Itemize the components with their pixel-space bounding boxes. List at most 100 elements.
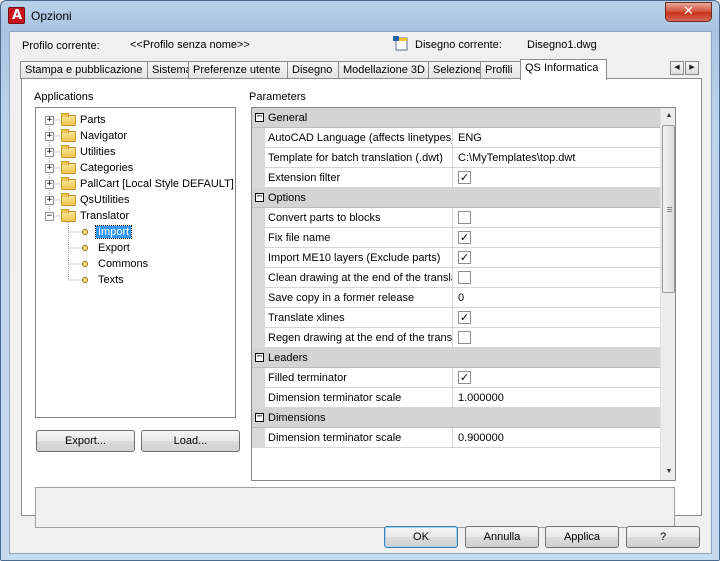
- tree-leaf-icon: [82, 245, 88, 251]
- title-bar[interactable]: Opzioni ✕: [1, 1, 719, 31]
- property-name: Translate xlines: [268, 308, 453, 328]
- cancel-button[interactable]: Annulla: [465, 526, 539, 548]
- property-row[interactable]: Save copy in a former release 0: [252, 288, 660, 308]
- folder-icon: [61, 129, 76, 142]
- tab-profili[interactable]: Profili: [480, 61, 521, 79]
- applications-label: Applications: [34, 91, 94, 103]
- apply-button[interactable]: Applica: [545, 526, 619, 548]
- expand-icon[interactable]: +: [45, 132, 54, 141]
- tree-item-export[interactable]: Export: [98, 240, 130, 256]
- drawing-label: Disegno corrente:: [415, 39, 502, 51]
- expand-icon[interactable]: +: [45, 116, 54, 125]
- property-value[interactable]: C:\MyTemplates\top.dwt: [458, 148, 575, 168]
- category-dimensions[interactable]: − Dimensions: [252, 408, 660, 428]
- tab-sistema[interactable]: Sistema: [147, 61, 192, 79]
- tab-disegno[interactable]: Disegno: [287, 61, 339, 79]
- expand-icon[interactable]: +: [45, 180, 54, 189]
- ok-button[interactable]: OK: [384, 526, 458, 548]
- tab-stampa-e-pubblicazione[interactable]: Stampa e pubblicazione: [20, 61, 148, 79]
- tab-selezione[interactable]: Selezione: [428, 61, 481, 79]
- property-row[interactable]: Regen drawing at the end of the translat…: [252, 328, 660, 348]
- tab-scroll-right-icon[interactable]: ▶: [685, 61, 699, 75]
- close-button[interactable]: ✕: [665, 2, 712, 22]
- tab-qs-informatica[interactable]: QS Informatica: [520, 59, 607, 80]
- property-checkbox[interactable]: ✓: [458, 231, 471, 244]
- category-leaders[interactable]: − Leaders: [252, 348, 660, 368]
- help-button[interactable]: ?: [626, 526, 700, 548]
- property-row[interactable]: Template for batch translation (.dwt) C:\…: [252, 148, 660, 168]
- property-checkbox[interactable]: [458, 331, 471, 344]
- tree-item-utilities[interactable]: Utilities: [80, 144, 115, 160]
- property-row[interactable]: Convert parts to blocks: [252, 208, 660, 228]
- scroll-up-icon[interactable]: ▲: [661, 108, 675, 124]
- property-row[interactable]: Dimension terminator scale 1.000000: [252, 388, 660, 408]
- property-row[interactable]: Import ME10 layers (Exclude parts) ✓: [252, 248, 660, 268]
- applications-tree[interactable]: + Parts + Navigator + Utilities + Categories + Pa…: [35, 107, 236, 418]
- row-margin: [252, 388, 265, 408]
- parameters-scrollbar[interactable]: ▲ ▼: [660, 108, 675, 480]
- collapse-icon[interactable]: −: [255, 352, 264, 362]
- tree-leaf-icon: [82, 277, 88, 283]
- property-checkbox[interactable]: ✓: [458, 311, 471, 324]
- options-dialog: Opzioni ✕ Profilo corrente: <<Profilo se…: [0, 0, 720, 561]
- folder-icon: [61, 161, 76, 174]
- parameters-label: Parameters: [249, 91, 306, 103]
- tree-item-categories[interactable]: Categories: [80, 160, 133, 176]
- folder-icon: [61, 113, 76, 126]
- property-value[interactable]: 1.000000: [458, 388, 504, 408]
- tree-item-navigator[interactable]: Navigator: [80, 128, 127, 144]
- collapse-icon[interactable]: −: [255, 192, 264, 202]
- property-row[interactable]: Clean drawing at the end of the translat…: [252, 268, 660, 288]
- property-checkbox[interactable]: [458, 271, 471, 284]
- tree-item-import[interactable]: Import: [94, 224, 133, 240]
- scroll-down-icon[interactable]: ▼: [661, 464, 675, 480]
- export-button[interactable]: Export...: [36, 430, 135, 452]
- property-row[interactable]: Translate xlines ✓: [252, 308, 660, 328]
- expand-icon[interactable]: +: [45, 148, 54, 157]
- folder-icon: [61, 193, 76, 206]
- tree-item-label: Export: [98, 242, 130, 254]
- property-name: Fix file name: [268, 228, 453, 248]
- category-general[interactable]: − General: [252, 108, 660, 128]
- property-value[interactable]: 0.900000: [458, 428, 504, 448]
- tree-item-pallcart[interactable]: PallCart [Local Style DEFAULT]: [80, 176, 234, 192]
- tree-item-translator[interactable]: Translator: [80, 208, 129, 224]
- tree-item-parts[interactable]: Parts: [80, 112, 106, 128]
- expand-icon[interactable]: +: [45, 196, 54, 205]
- load-button[interactable]: Load...: [141, 430, 240, 452]
- description-box: [35, 487, 675, 528]
- property-name: Regen drawing at the end of the translat…: [268, 328, 453, 348]
- tab-modellazione-3d[interactable]: Modellazione 3D: [338, 61, 429, 79]
- category-options[interactable]: − Options: [252, 188, 660, 208]
- dialog-client: Profilo corrente: <<Profilo senza nome>>…: [9, 31, 712, 554]
- property-row[interactable]: Dimension terminator scale 0.900000: [252, 428, 660, 448]
- row-margin: [252, 288, 265, 308]
- property-name: Convert parts to blocks: [268, 208, 453, 228]
- tree-item-qsutilities[interactable]: QsUtilities: [80, 192, 130, 208]
- property-row[interactable]: Extension filter ✓: [252, 168, 660, 188]
- tree-item-label: Texts: [98, 274, 124, 286]
- property-checkbox[interactable]: ✓: [458, 171, 471, 184]
- property-checkbox[interactable]: ✓: [458, 371, 471, 384]
- scroll-thumb[interactable]: [662, 125, 675, 293]
- expand-icon[interactable]: +: [45, 164, 54, 173]
- property-row[interactable]: AutoCAD Language (affects linetypes) ENG: [252, 128, 660, 148]
- collapse-icon[interactable]: −: [255, 112, 264, 122]
- collapse-icon[interactable]: −: [255, 412, 264, 422]
- property-value[interactable]: 0: [458, 288, 464, 308]
- property-name: Template for batch translation (.dwt): [268, 148, 453, 168]
- collapse-icon[interactable]: −: [45, 212, 54, 221]
- category-title: Dimensions: [268, 412, 326, 424]
- tab-scroll-left-icon[interactable]: ◀: [670, 61, 684, 75]
- tree-item-texts[interactable]: Texts: [98, 272, 124, 288]
- row-margin: [252, 248, 265, 268]
- property-value[interactable]: ENG: [458, 128, 482, 148]
- property-row[interactable]: Fix file name ✓: [252, 228, 660, 248]
- property-checkbox[interactable]: ✓: [458, 251, 471, 264]
- tree-item-commons[interactable]: Commons: [98, 256, 148, 272]
- row-margin: [252, 428, 265, 448]
- qs-informatica-panel: Applications + Parts + Navigator + Utilities +…: [21, 78, 702, 528]
- property-checkbox[interactable]: [458, 211, 471, 224]
- tab-preferenze-utente[interactable]: Preferenze utente: [188, 61, 288, 79]
- property-row[interactable]: Filled terminator ✓: [252, 368, 660, 388]
